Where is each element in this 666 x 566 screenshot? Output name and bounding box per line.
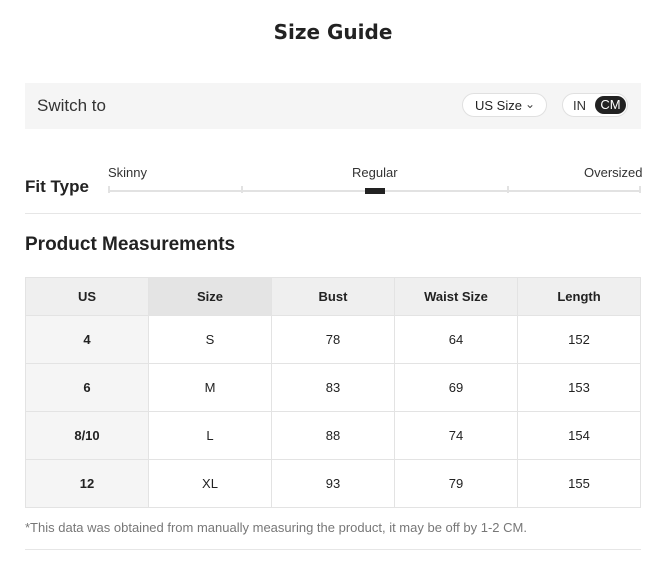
cell-waist: 74 — [394, 411, 518, 460]
column-header-waist: Waist Size — [394, 277, 518, 316]
table-row: 6 M 83 69 153 — [25, 363, 641, 412]
column-header-size[interactable]: Size — [148, 277, 272, 316]
table-header-row: US Size Bust Waist Size Length — [25, 277, 641, 316]
unit-cm-option[interactable]: CM — [595, 96, 626, 114]
fit-selected-marker — [365, 188, 385, 194]
divider — [25, 549, 641, 550]
cell-bust: 78 — [271, 315, 395, 364]
cell-waist: 69 — [394, 363, 518, 412]
cell-us: 4 — [25, 315, 149, 364]
chevron-down-icon: ⌄ — [524, 97, 535, 111]
column-header-length: Length — [517, 277, 641, 316]
page-title: Size Guide — [273, 20, 393, 44]
fit-type-label: Fit Type — [25, 177, 89, 196]
fit-tick — [507, 186, 509, 193]
cell-waist: 64 — [394, 315, 518, 364]
unit-toggle[interactable]: IN CM — [562, 93, 628, 117]
cell-size: M — [148, 363, 272, 412]
cell-size: S — [148, 315, 272, 364]
cell-us: 12 — [25, 459, 149, 508]
fit-option-oversized[interactable]: Oversized — [584, 165, 643, 180]
table-row: 12 XL 93 79 155 — [25, 459, 641, 508]
cell-length: 154 — [517, 411, 641, 460]
cell-bust: 88 — [271, 411, 395, 460]
column-header-bust: Bust — [271, 277, 395, 316]
cell-us: 8/10 — [25, 411, 149, 460]
cell-size: XL — [148, 459, 272, 508]
size-system-value: US Size — [475, 97, 522, 113]
fit-option-skinny[interactable]: Skinny — [108, 165, 147, 180]
unit-in-option[interactable]: IN — [573, 98, 586, 113]
size-system-select[interactable]: US Size ⌄ — [462, 93, 547, 117]
fit-tick — [241, 186, 243, 193]
product-measurements-title: Product Measurements — [25, 234, 236, 255]
cell-size: L — [148, 411, 272, 460]
measurement-disclaimer: *This data was obtained from manually me… — [25, 520, 527, 535]
table-row: 4 S 78 64 152 — [25, 315, 641, 364]
cell-length: 155 — [517, 459, 641, 508]
fit-tick — [108, 186, 110, 193]
switch-to-label: Switch to — [37, 96, 106, 115]
cell-bust: 83 — [271, 363, 395, 412]
table-row: 8/10 L 88 74 154 — [25, 411, 641, 460]
cell-waist: 79 — [394, 459, 518, 508]
cell-length: 152 — [517, 315, 641, 364]
measurements-table: US Size Bust Waist Size Length 4 S 78 64… — [25, 277, 641, 508]
column-header-us: US — [25, 277, 149, 316]
switch-bar: Switch to US Size ⌄ IN CM — [25, 83, 641, 129]
cell-us: 6 — [25, 363, 149, 412]
cell-bust: 93 — [271, 459, 395, 508]
fit-tick — [639, 186, 641, 193]
fit-option-regular[interactable]: Regular — [352, 165, 398, 180]
cell-length: 153 — [517, 363, 641, 412]
divider — [25, 213, 641, 214]
